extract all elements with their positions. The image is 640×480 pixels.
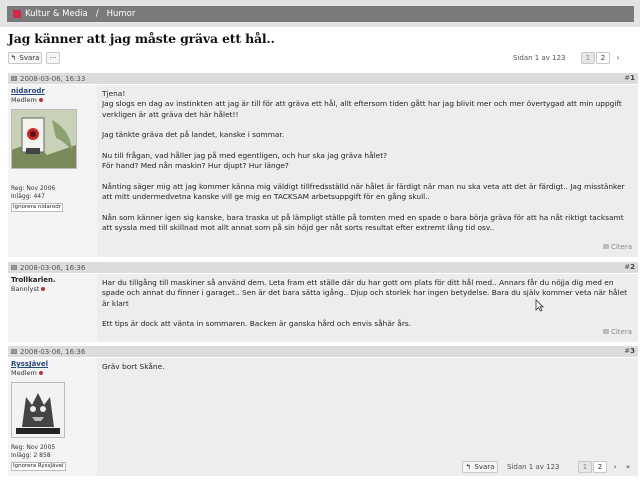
reply-label: Svara bbox=[19, 54, 40, 62]
avatar bbox=[11, 382, 65, 438]
post-paragraph: Nu till frågan, vad håller jag på med eg… bbox=[102, 150, 388, 171]
reply-label: Svara bbox=[474, 463, 495, 471]
reply-icon: ↰ bbox=[10, 54, 17, 62]
page-button-1[interactable]: 1 bbox=[581, 52, 595, 64]
post-icon bbox=[11, 76, 17, 81]
author-meta: Reg: Nov 2006 Inlägg: 447 bbox=[11, 185, 55, 201]
post-header: 2008-03-06, 16:33 #1 bbox=[8, 73, 638, 84]
post-paragraph: Tjena! Jag slogs en dag av instinkten at… bbox=[102, 89, 622, 119]
breadcrumb-subsection[interactable]: Humor bbox=[107, 9, 136, 19]
reply-button[interactable]: ↰ Svara bbox=[8, 52, 42, 64]
offline-status-icon bbox=[38, 98, 43, 102]
post-paragraph: Jag tänkte gräva det på landet, kanske i… bbox=[102, 130, 285, 140]
thread-title: Jag känner att jag måste gräva ett hål.. bbox=[8, 31, 275, 46]
post-number-link[interactable]: #1 bbox=[624, 74, 635, 82]
post-body: RyssJävel Medlem Reg: Nov 2005 Inlägg: 2… bbox=[8, 358, 638, 476]
offline-status-icon bbox=[41, 287, 46, 291]
ignore-user-button[interactable]: Ignorera RyssJävel bbox=[11, 462, 66, 471]
post-timestamp: 2008-03-06, 16:33 bbox=[20, 74, 86, 83]
author-role: Medlem bbox=[11, 96, 43, 104]
post-header: 2008-03-06, 16:36 #3 bbox=[8, 346, 638, 357]
quote-button[interactable]: Citera bbox=[602, 328, 632, 336]
post-paragraph: Nån som känner igen sig kanske, bara tra… bbox=[102, 212, 624, 232]
post-body: nidarodr Medlem Reg: Nov 2006 Inlägg: 44… bbox=[8, 85, 638, 257]
offline-status-icon bbox=[38, 371, 43, 375]
post-timestamp: 2008-03-06, 16:36 bbox=[20, 263, 86, 272]
post-content: Har du tillgång till maskiner så använd … bbox=[102, 278, 632, 340]
post-content: Gräv bort Skåne. bbox=[102, 362, 632, 383]
post-number-link[interactable]: #2 bbox=[624, 263, 635, 271]
quote-icon bbox=[602, 244, 609, 249]
author-role: Bannlyst bbox=[11, 285, 46, 293]
author-reg-date: Reg: Nov 2006 bbox=[11, 185, 56, 192]
more-options-button[interactable]: ··· bbox=[46, 52, 60, 64]
last-page-button[interactable]: » bbox=[621, 461, 635, 473]
author-name[interactable]: Trollkarlen. bbox=[11, 276, 56, 284]
post-timestamp: 2008-03-06, 16:36 bbox=[20, 347, 86, 356]
author-role: Medlem bbox=[11, 369, 43, 377]
post-paragraph: Har du tillgång till maskiner så använd … bbox=[102, 278, 628, 308]
more-options-label: ··· bbox=[49, 54, 57, 62]
post-paragraph: Ett tips är dock att vänta in sommaren. … bbox=[102, 319, 412, 329]
author-panel: RyssJävel Medlem Reg: Nov 2005 Inlägg: 2… bbox=[8, 358, 97, 476]
page-indicator: Sidan 1 av 123 bbox=[507, 463, 560, 471]
breadcrumb: Kultur & Media / Humor bbox=[7, 6, 634, 22]
post-paragraph: Gräv bort Skåne. bbox=[102, 362, 165, 371]
next-page-button[interactable]: › bbox=[608, 461, 622, 473]
reply-icon: ↰ bbox=[465, 463, 472, 471]
breadcrumb-bar: Kultur & Media / Humor bbox=[0, 0, 640, 27]
bottom-pagination: ↰ Svara Sidan 1 av 123 1 2 › » bbox=[460, 461, 636, 475]
breadcrumb-separator: / bbox=[95, 9, 99, 19]
avatar bbox=[11, 109, 77, 169]
ignore-user-button[interactable]: Ignorera nidarodr bbox=[11, 203, 64, 212]
author-post-count: Inlägg: 447 bbox=[11, 193, 45, 200]
author-name[interactable]: RyssJävel bbox=[11, 360, 48, 368]
author-meta: Reg: Nov 2005 Inlägg: 2 858 bbox=[11, 444, 55, 460]
page-button-2[interactable]: 2 bbox=[596, 52, 610, 64]
post-number-link[interactable]: #3 bbox=[624, 347, 635, 355]
avatar-image-icon bbox=[12, 383, 64, 437]
page-button-2[interactable]: 2 bbox=[593, 461, 607, 473]
page-button-1[interactable]: 1 bbox=[578, 461, 592, 473]
quote-button[interactable]: Citera bbox=[602, 243, 632, 251]
thread-toolbar: ↰ Svara ··· Sidan 1 av 123 1 2 › bbox=[8, 52, 634, 66]
author-reg-date: Reg: Nov 2005 bbox=[11, 444, 56, 451]
post-icon bbox=[11, 265, 17, 270]
reply-button-bottom[interactable]: ↰ Svara bbox=[462, 461, 498, 473]
mouse-cursor-icon bbox=[535, 299, 544, 312]
next-page-button[interactable]: › bbox=[611, 52, 625, 64]
forum-logo-icon[interactable] bbox=[13, 10, 21, 18]
post-icon bbox=[11, 349, 17, 354]
author-panel: nidarodr Medlem Reg: Nov 2006 Inlägg: 44… bbox=[8, 85, 97, 257]
post-content: Tjena! Jag slogs en dag av instinkten at… bbox=[102, 89, 632, 243]
post-paragraph: Nånting säger mig att jag kommer känna m… bbox=[102, 181, 625, 201]
avatar-image-icon bbox=[12, 110, 76, 168]
post-header: 2008-03-06, 16:36 #2 bbox=[8, 262, 638, 273]
quote-icon bbox=[602, 329, 609, 334]
page-indicator: Sidan 1 av 123 bbox=[513, 54, 566, 62]
breadcrumb-section[interactable]: Kultur & Media bbox=[25, 9, 88, 19]
author-name[interactable]: nidarodr bbox=[11, 87, 45, 95]
author-post-count: Inlägg: 2 858 bbox=[11, 452, 51, 459]
author-panel: Trollkarlen. Bannlyst bbox=[8, 274, 97, 342]
